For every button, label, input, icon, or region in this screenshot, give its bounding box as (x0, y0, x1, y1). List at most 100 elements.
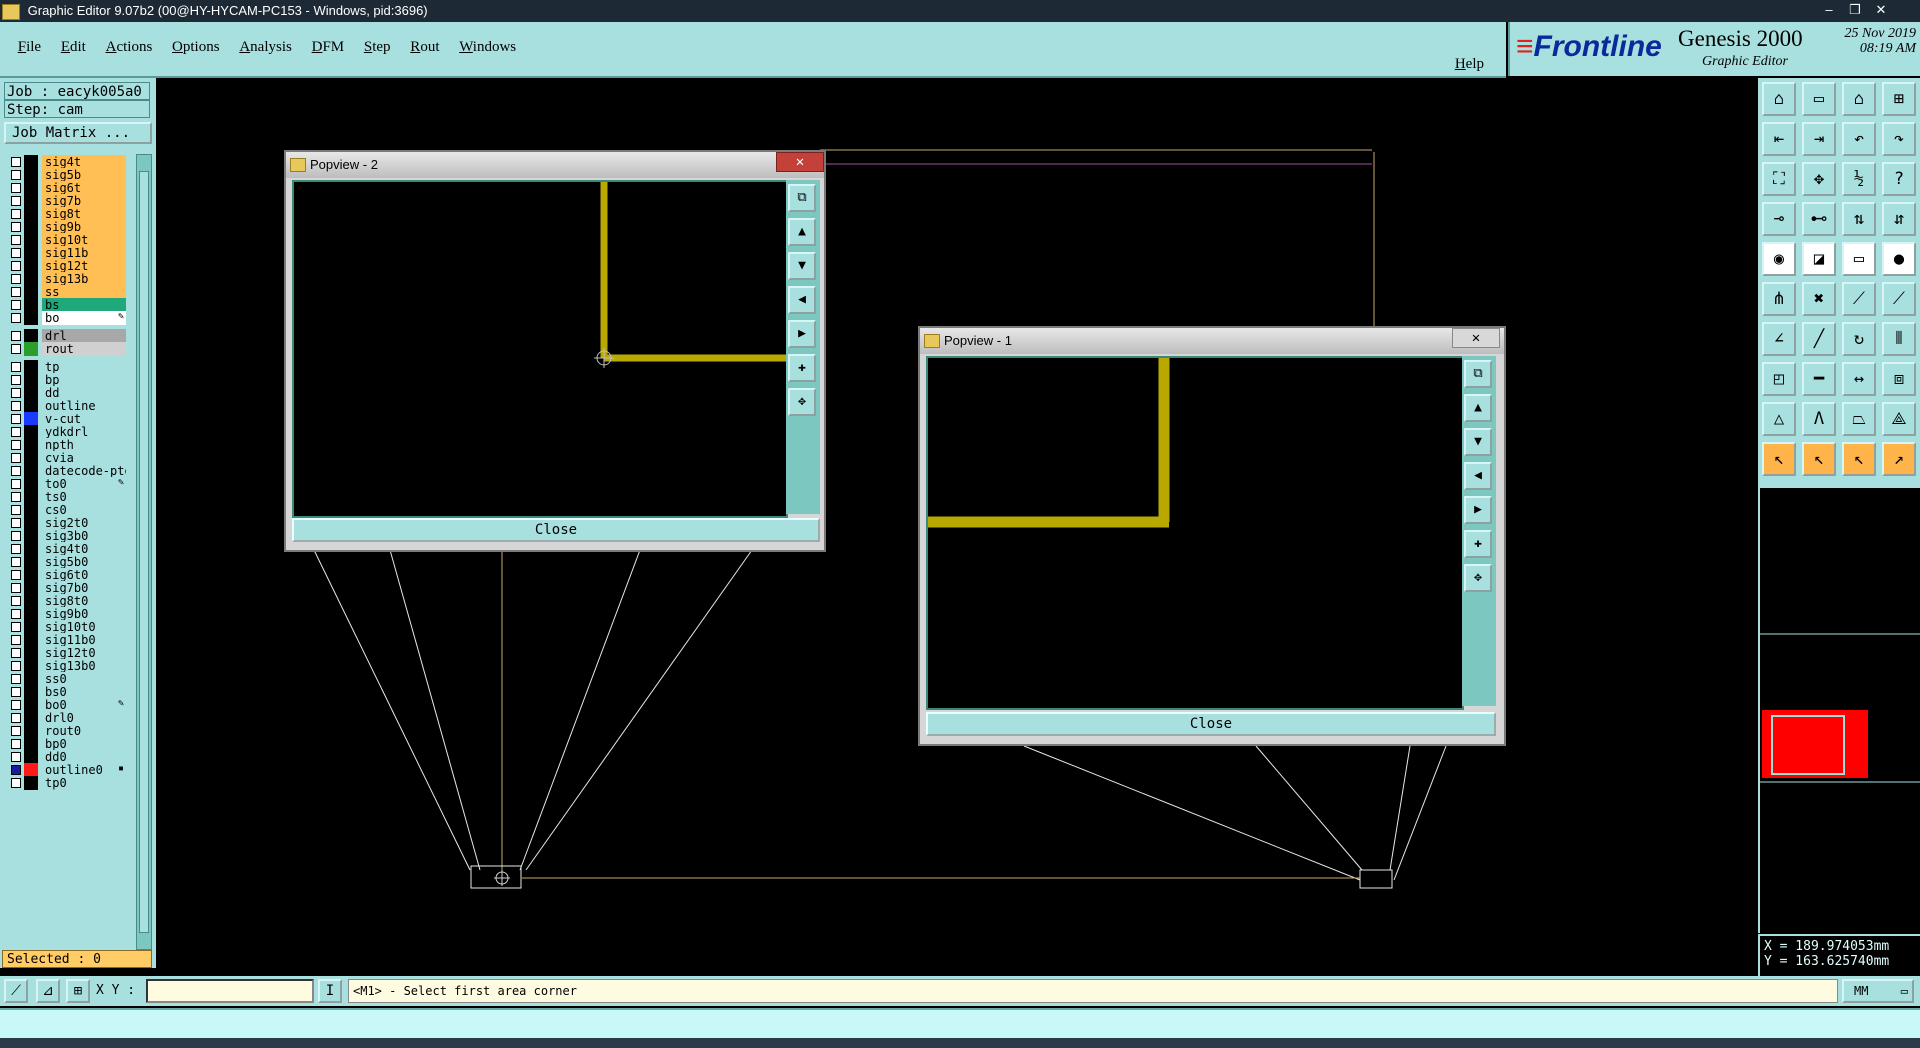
text-cursor-icon[interactable]: I (318, 979, 342, 1003)
zoom-window-icon[interactable]: ⧉ (1464, 360, 1492, 388)
select-box-icon[interactable]: ◰ (1762, 362, 1796, 396)
popview-1-window: Popview - 1 ✕ ⧉ ▲ ▼ ◀ ▶ ✚ ✥ Close (918, 326, 1506, 746)
popview-2-toolbar: ⧉ ▲ ▼ ◀ ▶ ✚ ✥ (786, 180, 820, 514)
popview-1-toolbar: ⧉ ▲ ▼ ◀ ▶ ✚ ✥ (1462, 356, 1496, 706)
pointer-select-icon[interactable]: ↖ (1802, 442, 1836, 476)
pan-down-icon[interactable]: ▼ (788, 252, 816, 280)
x-coordinate: X = 189.974053mm (1764, 939, 1890, 954)
pad-icon[interactable]: ◉ (1762, 242, 1796, 276)
zoom-line (389, 549, 481, 871)
dot-icon[interactable]: ● (1882, 242, 1916, 276)
pan-up-icon[interactable]: ▲ (1464, 394, 1492, 422)
pan-left-icon[interactable]: ◀ (1464, 462, 1492, 490)
node-icon[interactable]: ⋔ (1762, 282, 1796, 316)
undo-icon[interactable]: ↶ (1842, 122, 1876, 156)
save-icon[interactable]: ▭ (1802, 82, 1836, 116)
trapezoid-icon[interactable]: ⏢ (1842, 402, 1876, 436)
zoom-line (1393, 745, 1447, 881)
y-coordinate: Y = 163.625740mm (1764, 954, 1890, 969)
popview-2-titlebar[interactable]: Popview - 2 (286, 152, 824, 178)
zoom-line (1023, 745, 1361, 881)
popview-1-titlebar[interactable]: Popview - 1 (920, 328, 1504, 354)
popview-1-close-icon[interactable]: ✕ (1452, 328, 1500, 348)
move-right-icon[interactable]: ⇥ (1802, 122, 1836, 156)
popview-2-graphics (594, 182, 786, 368)
zoom-out-icon[interactable]: ✥ (788, 388, 816, 416)
popview-2-canvas[interactable] (292, 180, 788, 518)
line-node-icon[interactable]: ⟋ (1842, 282, 1876, 316)
pointer-route-icon[interactable]: ↗ (1882, 442, 1916, 476)
triangle-icon[interactable]: △ (1762, 402, 1796, 436)
zoom-line (1389, 745, 1411, 871)
parallel-icon[interactable]: ⫴ (1882, 322, 1916, 356)
slope-icon[interactable]: ⟁ (1882, 402, 1916, 436)
arc-icon[interactable]: ↻ (1842, 322, 1876, 356)
zoom-window-icon[interactable]: ⧉ (788, 184, 816, 212)
dropdown-icon: ▭ (1900, 984, 1908, 998)
line-end-icon[interactable]: ⟋ (1882, 282, 1916, 316)
slash-icon[interactable]: ╱ (1802, 322, 1836, 356)
pan-right-icon[interactable]: ▶ (788, 320, 816, 348)
split-view-icon[interactable]: ⊞ (1882, 82, 1916, 116)
popview-2-window: Popview - 2 ✕ ⧉ ▲ ▼ ◀ ▶ ✚ ✥ Close (284, 150, 826, 552)
zoom-in-icon[interactable]: ✚ (788, 354, 816, 382)
measure-mode-icon[interactable]: ⊿ (36, 979, 60, 1003)
ruler-icon[interactable]: ▭ (1842, 242, 1876, 276)
minus-icon[interactable]: ━ (1802, 362, 1836, 396)
group-icon[interactable]: ⧈ (1882, 362, 1916, 396)
cursor-crosshair-icon (494, 870, 510, 886)
layer-up-icon[interactable]: ⇅ (1842, 202, 1876, 236)
home-icon[interactable]: ⌂ (1762, 82, 1796, 116)
distance-icon[interactable]: ↔ (1842, 362, 1876, 396)
zoom-fit-icon[interactable]: ⛶ (1762, 162, 1796, 196)
layer-down-icon[interactable]: ⇵ (1882, 202, 1916, 236)
popview-1-close-button[interactable]: Close (926, 712, 1496, 736)
polygon-icon[interactable]: ◪ (1802, 242, 1836, 276)
redo-icon[interactable]: ↷ (1882, 122, 1916, 156)
angle-icon[interactable]: ∠ (1762, 322, 1796, 356)
units-value: MM (1854, 984, 1869, 998)
overview-panel[interactable] (1758, 488, 1920, 933)
popview-1-region (1359, 869, 1393, 889)
crosshair-icon (594, 348, 614, 368)
pointer-icon[interactable]: ↖ (1762, 442, 1796, 476)
grid-icon[interactable]: ⊞ (66, 979, 90, 1003)
zoom-line (525, 549, 753, 871)
xy-label: X Y : (96, 983, 136, 998)
tool-panel: ⌂ ▭ ⌂ ⊞ ⇤ ⇥ ↶ ↷ ⛶ ✥ ½ ? ⊸ ⊷ ⇅ ⇵ ◉ ◪ ▭ ● … (1758, 78, 1920, 488)
pan-right-icon[interactable]: ▶ (1464, 496, 1492, 524)
coordinate-readout: X = 189.974053mm Y = 163.625740mm (1758, 934, 1920, 978)
snap-mode-icon[interactable]: ⟋ (4, 979, 28, 1003)
help-icon[interactable]: ? (1882, 162, 1916, 196)
zoom-center-icon[interactable]: ✥ (1802, 162, 1836, 196)
move-left-icon[interactable]: ⇤ (1762, 122, 1796, 156)
pan-down-icon[interactable]: ▼ (1464, 428, 1492, 456)
popview-2-title: Popview - 2 (310, 157, 378, 172)
taskbar (0, 1038, 1920, 1048)
pan-up-icon[interactable]: ▲ (788, 218, 816, 246)
units-selector[interactable]: MM ▭ (1842, 979, 1914, 1003)
popview-1-canvas[interactable] (926, 356, 1464, 710)
house-icon[interactable]: ⌂ (1842, 82, 1876, 116)
zoom-line (313, 549, 471, 871)
measure-icon[interactable]: ⊷ (1802, 202, 1836, 236)
snap-icon[interactable]: ⊸ (1762, 202, 1796, 236)
peak-icon[interactable]: Λ (1802, 402, 1836, 436)
popview-1-title: Popview - 1 (944, 333, 1012, 348)
overview-graphics (1760, 633, 1920, 783)
overview-board (1762, 710, 1868, 778)
popview-2-close-button[interactable]: Close (292, 518, 820, 542)
zoom-line (519, 549, 641, 871)
pointer-area-icon[interactable]: ↖ (1842, 442, 1876, 476)
zoom-in-icon[interactable]: ✚ (1464, 530, 1492, 558)
zoom-line (1255, 745, 1363, 871)
cross-icon[interactable]: ✖ (1802, 282, 1836, 316)
popview-icon (290, 158, 306, 172)
popview-2-close-icon[interactable]: ✕ (776, 152, 824, 172)
pan-left-icon[interactable]: ◀ (788, 286, 816, 314)
zoom-out-icon[interactable]: ✥ (1464, 564, 1492, 592)
status-bar: ⟋ ⊿ ⊞ X Y : I <M1> - Select first area c… (0, 976, 1920, 1006)
scale-icon[interactable]: ½ (1842, 162, 1876, 196)
xy-input[interactable] (146, 979, 314, 1003)
message-bar (0, 1008, 1920, 1038)
